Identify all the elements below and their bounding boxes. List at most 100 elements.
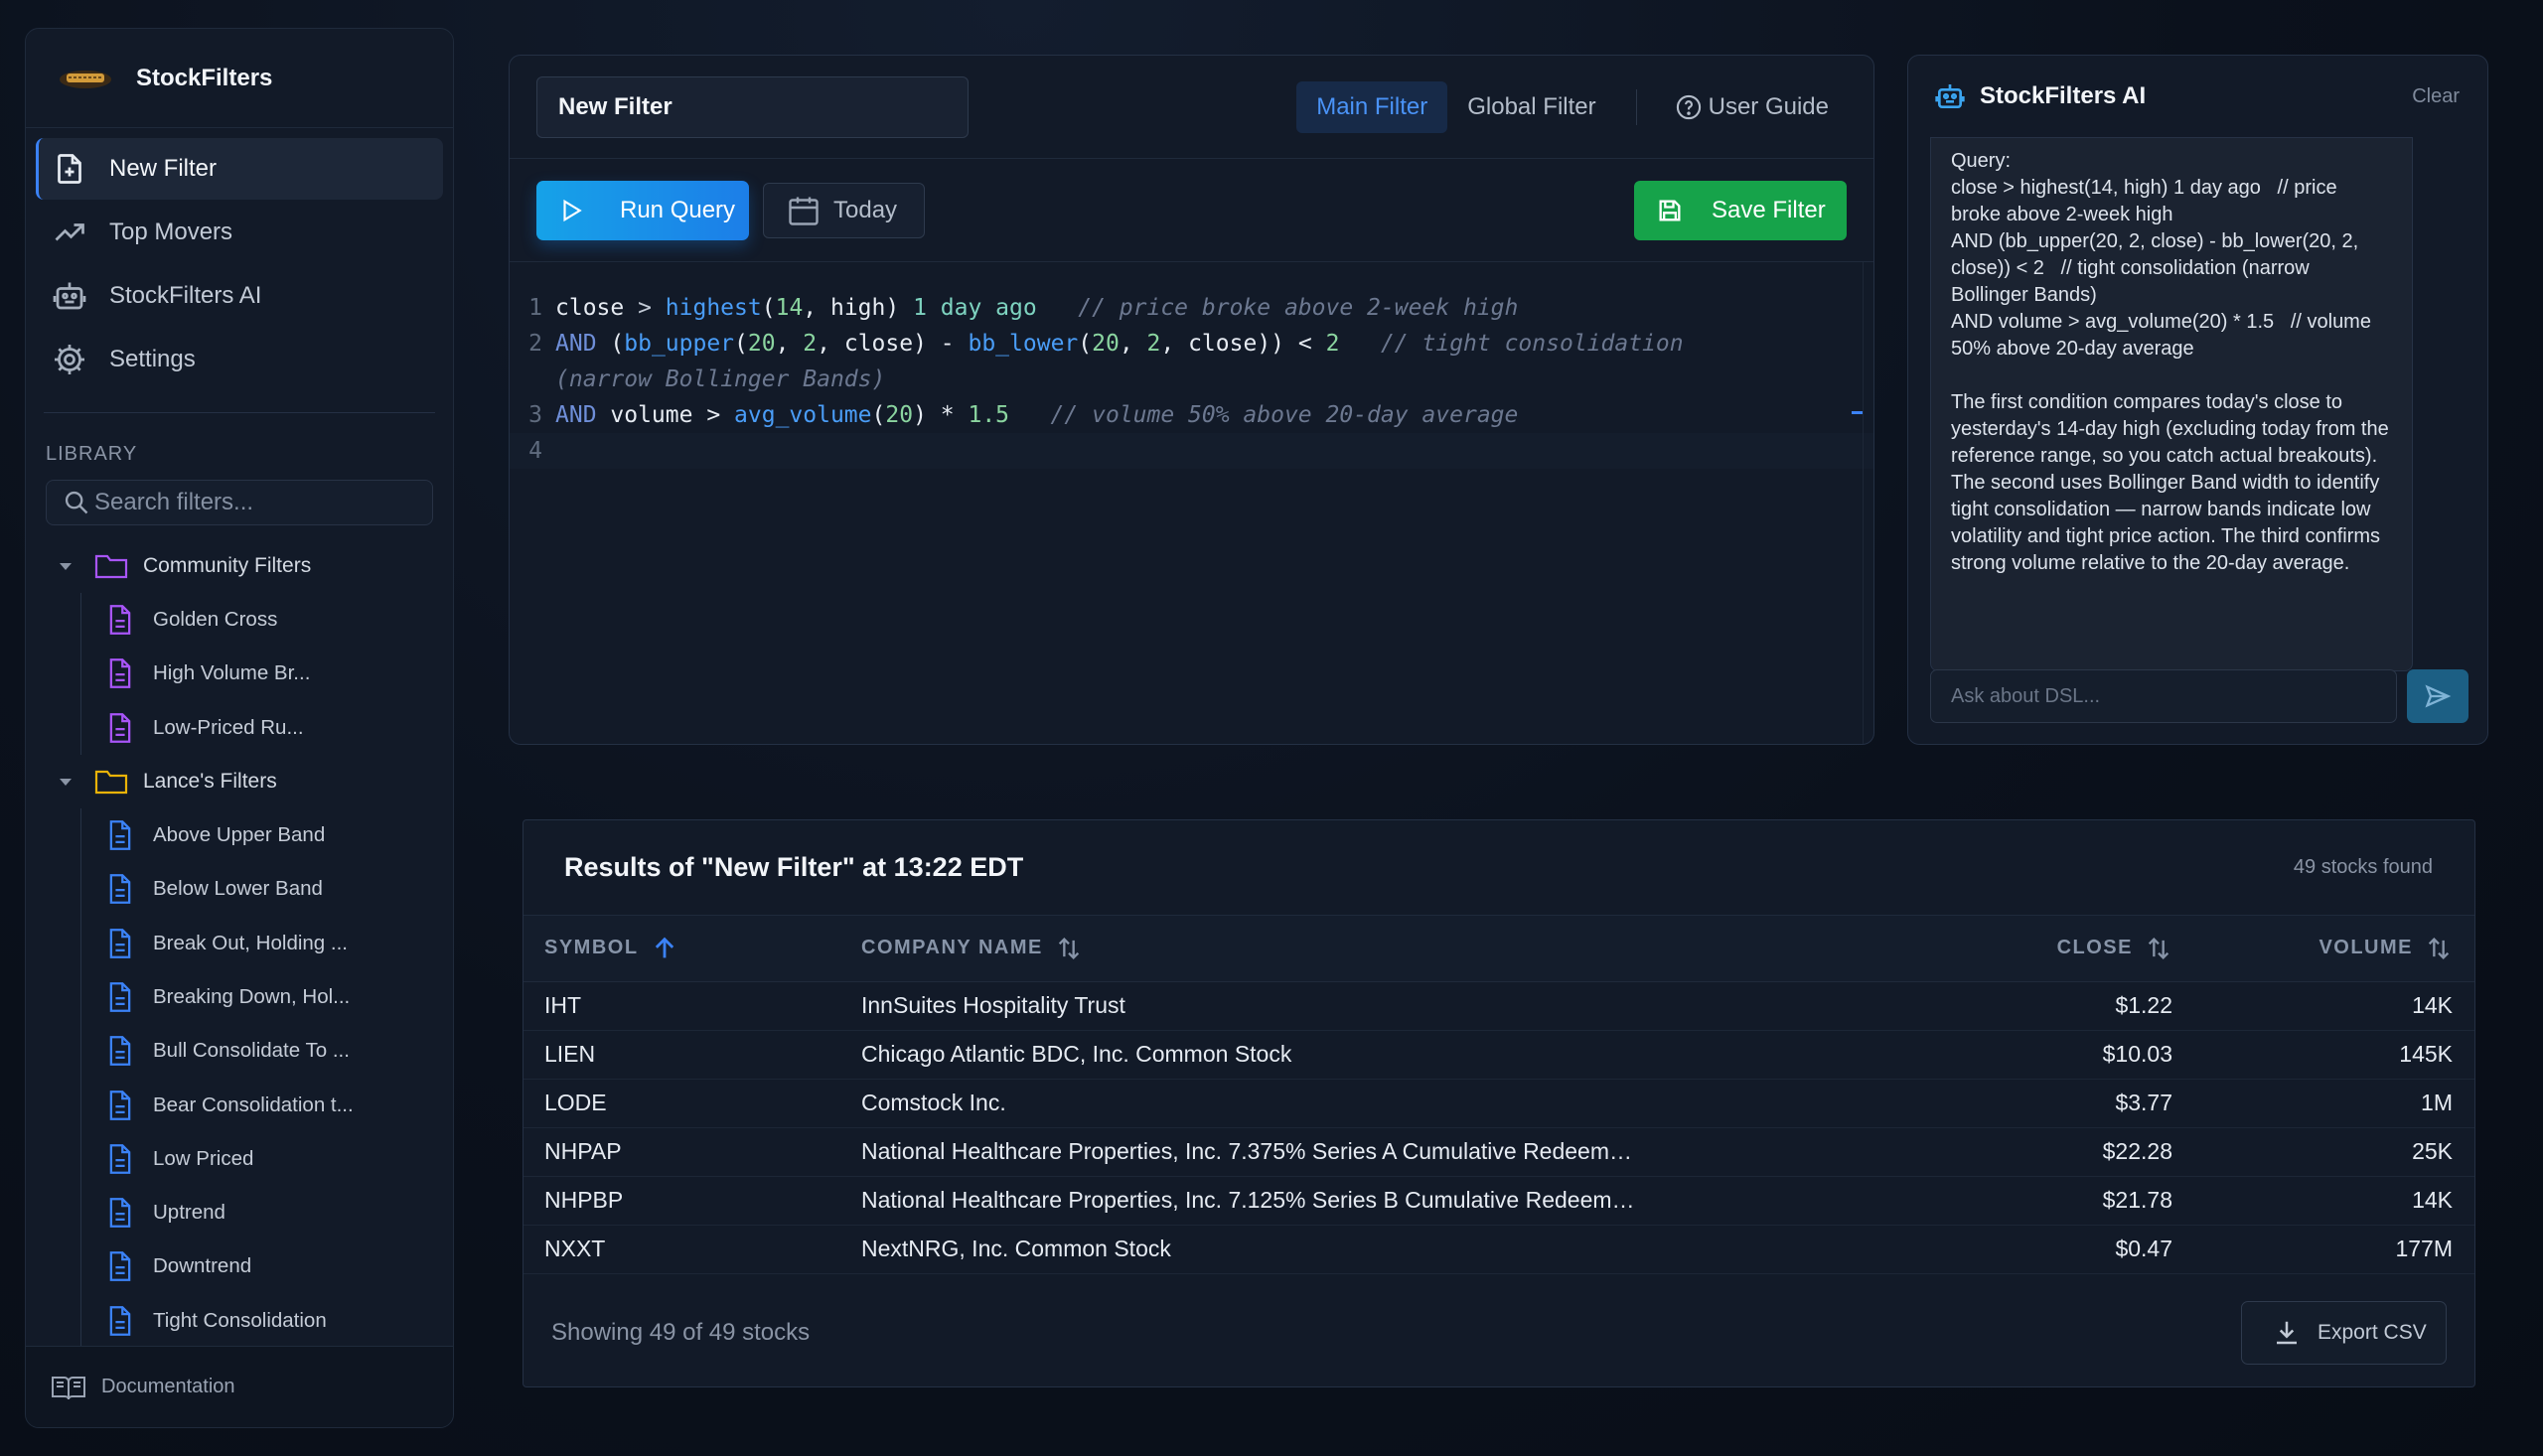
- column-header-company-name[interactable]: COMPANY NAME: [861, 916, 1899, 982]
- nav-label: New Filter: [109, 155, 218, 182]
- send-button[interactable]: [2407, 669, 2468, 723]
- file-icon: [109, 874, 131, 905]
- filter-item-bear-consolidation[interactable]: Bear Consolidation t...: [26, 1078, 453, 1132]
- line-number: 3: [528, 402, 542, 428]
- sort-icon: [2148, 937, 2169, 959]
- filter-label: Break Out, Holding ...: [153, 931, 348, 954]
- save-icon: [1659, 200, 1681, 220]
- ai-chat-input[interactable]: Ask about DSL...: [1930, 669, 2397, 723]
- documentation-link[interactable]: Documentation: [26, 1346, 453, 1427]
- save-filter-button[interactable]: Save Filter: [1634, 180, 1847, 240]
- brand: StockFilters: [26, 29, 453, 128]
- ai-title: StockFilters AI: [1980, 82, 2147, 109]
- filter-item-tight-consolidation[interactable]: Tight Consolidation: [26, 1293, 453, 1349]
- results-title: Results of "New Filter" at 13:22 EDT: [564, 852, 1024, 882]
- file-icon: [109, 1251, 131, 1282]
- filter-item-above-upper-band[interactable]: Above Upper Band: [26, 807, 453, 863]
- file-icon: [109, 658, 131, 689]
- cell-company: InnSuites Hospitality Trust: [861, 981, 1899, 1031]
- filter-item-uptrend[interactable]: Uptrend: [26, 1185, 453, 1240]
- date-picker-button[interactable]: Today: [763, 182, 925, 238]
- divider: [1635, 88, 1637, 125]
- filter-item-downtrend[interactable]: Downtrend: [26, 1239, 453, 1294]
- code-text: close > highest(14, high) 1 day ago // p…: [555, 295, 1519, 321]
- cell-close: $10.03: [1899, 1030, 2182, 1080]
- file-icon: [109, 928, 131, 958]
- tab-global-filter[interactable]: Global Filter: [1447, 81, 1615, 133]
- filter-item-low-priced[interactable]: Low Priced: [26, 1131, 453, 1187]
- editor-toolbar: Run Query Today Save Filter: [510, 159, 1873, 262]
- search-filters-input[interactable]: Search filters...: [46, 480, 433, 525]
- cell-symbol: LODE: [524, 1079, 861, 1128]
- robot-icon: [53, 282, 86, 310]
- export-csv-button[interactable]: Export CSV: [2241, 1301, 2447, 1365]
- nav-item-new-filter[interactable]: New Filter: [36, 138, 443, 200]
- folder-icon: [94, 770, 128, 794]
- filter-label: Low-Priced Ru...: [153, 715, 304, 739]
- editor-scrollbar[interactable]: [1863, 262, 1864, 744]
- file-icon: [109, 712, 131, 743]
- filter-item-golden-cross[interactable]: Golden Cross: [26, 593, 453, 648]
- chevron-down-icon: [60, 778, 72, 786]
- table-row[interactable]: NHPBP National Healthcare Properties, In…: [524, 1176, 2474, 1226]
- filter-tree: Community Filters Golden Cross High Volu…: [26, 525, 453, 1349]
- cell-symbol: NHPBP: [524, 1176, 861, 1226]
- table-row[interactable]: LODE Comstock Inc. $3.77 1M: [524, 1079, 2474, 1128]
- cell-symbol: LIEN: [524, 1030, 861, 1080]
- table-row[interactable]: NHPAP National Healthcare Properties, In…: [524, 1127, 2474, 1177]
- table-row[interactable]: IHT InnSuites Hospitality Trust $1.22 14…: [524, 981, 2474, 1031]
- cell-company: National Healthcare Properties, Inc. 7.3…: [861, 1127, 1899, 1177]
- filter-label: Breaking Down, Hol...: [153, 984, 351, 1008]
- nav-item-stockfilters-ai[interactable]: StockFilters AI: [36, 265, 443, 327]
- folder-lances-filters[interactable]: Lance's Filters: [26, 755, 453, 808]
- nav-label: Settings: [109, 346, 196, 372]
- filter-item-break-out[interactable]: Break Out, Holding ...: [26, 916, 453, 971]
- filter-item-breaking-down[interactable]: Breaking Down, Hol...: [26, 969, 453, 1025]
- results-table: SYMBOL COMPANY NAME CLOSE VOLUME IHT Inn…: [524, 916, 2474, 1274]
- results-footer: Showing 49 of 49 stocks Export CSV: [524, 1279, 2474, 1386]
- logo-icon: [60, 70, 111, 88]
- table-header-row: SYMBOL COMPANY NAME CLOSE VOLUME: [524, 916, 2474, 982]
- filter-item-high-volume[interactable]: High Volume Br...: [26, 647, 453, 701]
- column-header-volume[interactable]: VOLUME: [2182, 916, 2474, 982]
- sort-asc-icon: [655, 937, 673, 958]
- save-filter-label: Save Filter: [1712, 196, 1826, 223]
- filter-item-bull-consolidate[interactable]: Bull Consolidate To ...: [26, 1024, 453, 1079]
- results-count: 49 stocks found: [2293, 856, 2433, 878]
- filter-name-input[interactable]: New Filter: [536, 75, 969, 138]
- column-header-symbol[interactable]: SYMBOL: [524, 916, 861, 982]
- filter-label: High Volume Br...: [153, 661, 311, 685]
- sort-icon: [2428, 937, 2450, 959]
- cell-company: National Healthcare Properties, Inc. 7.1…: [861, 1176, 1899, 1226]
- nav-item-top-movers[interactable]: Top Movers: [36, 202, 443, 263]
- code-editor[interactable]: 1 close > highest(14, high) 1 day ago //…: [510, 262, 1873, 469]
- ai-message: Query: close > highest(14, high) 1 day a…: [1930, 137, 2413, 671]
- user-guide-link[interactable]: User Guide: [1655, 81, 1849, 133]
- clear-button[interactable]: Clear: [2412, 85, 2460, 108]
- filter-item-below-lower-band[interactable]: Below Lower Band: [26, 862, 453, 917]
- ai-header: StockFilters AI Clear: [1908, 56, 2487, 137]
- documentation-label: Documentation: [101, 1376, 235, 1397]
- table-row[interactable]: LIEN Chicago Atlantic BDC, Inc. Common S…: [524, 1030, 2474, 1080]
- line-number: 4: [528, 438, 542, 464]
- code-text: AND (bb_upper(20, 2, close) - bb_lower(2…: [555, 331, 1684, 357]
- results-panel: Results of "New Filter" at 13:22 EDT 49 …: [523, 819, 2475, 1387]
- nav-item-settings[interactable]: Settings: [36, 329, 443, 390]
- cell-symbol: NHPAP: [524, 1127, 861, 1177]
- code-text: (narrow Bollinger Bands): [555, 366, 886, 392]
- file-icon: [109, 1143, 131, 1174]
- file-icon: [109, 1090, 131, 1120]
- cell-volume: 145K: [2182, 1030, 2474, 1080]
- download-icon: [2277, 1321, 2297, 1345]
- cell-close: $21.78: [1899, 1176, 2182, 1226]
- book-icon: [52, 1376, 85, 1399]
- tab-main-filter[interactable]: Main Filter: [1296, 80, 1448, 133]
- filter-label: Below Lower Band: [153, 877, 323, 901]
- cell-volume: 14K: [2182, 981, 2474, 1031]
- run-query-button[interactable]: Run Query: [536, 180, 749, 240]
- trending-up-icon: [55, 223, 84, 241]
- filter-item-low-priced-ru[interactable]: Low-Priced Ru...: [26, 700, 453, 756]
- folder-community-filters[interactable]: Community Filters: [26, 539, 453, 593]
- column-header-close[interactable]: CLOSE: [1899, 916, 2182, 982]
- table-row[interactable]: NXXT NextNRG, Inc. Common Stock $0.47 17…: [524, 1225, 2474, 1274]
